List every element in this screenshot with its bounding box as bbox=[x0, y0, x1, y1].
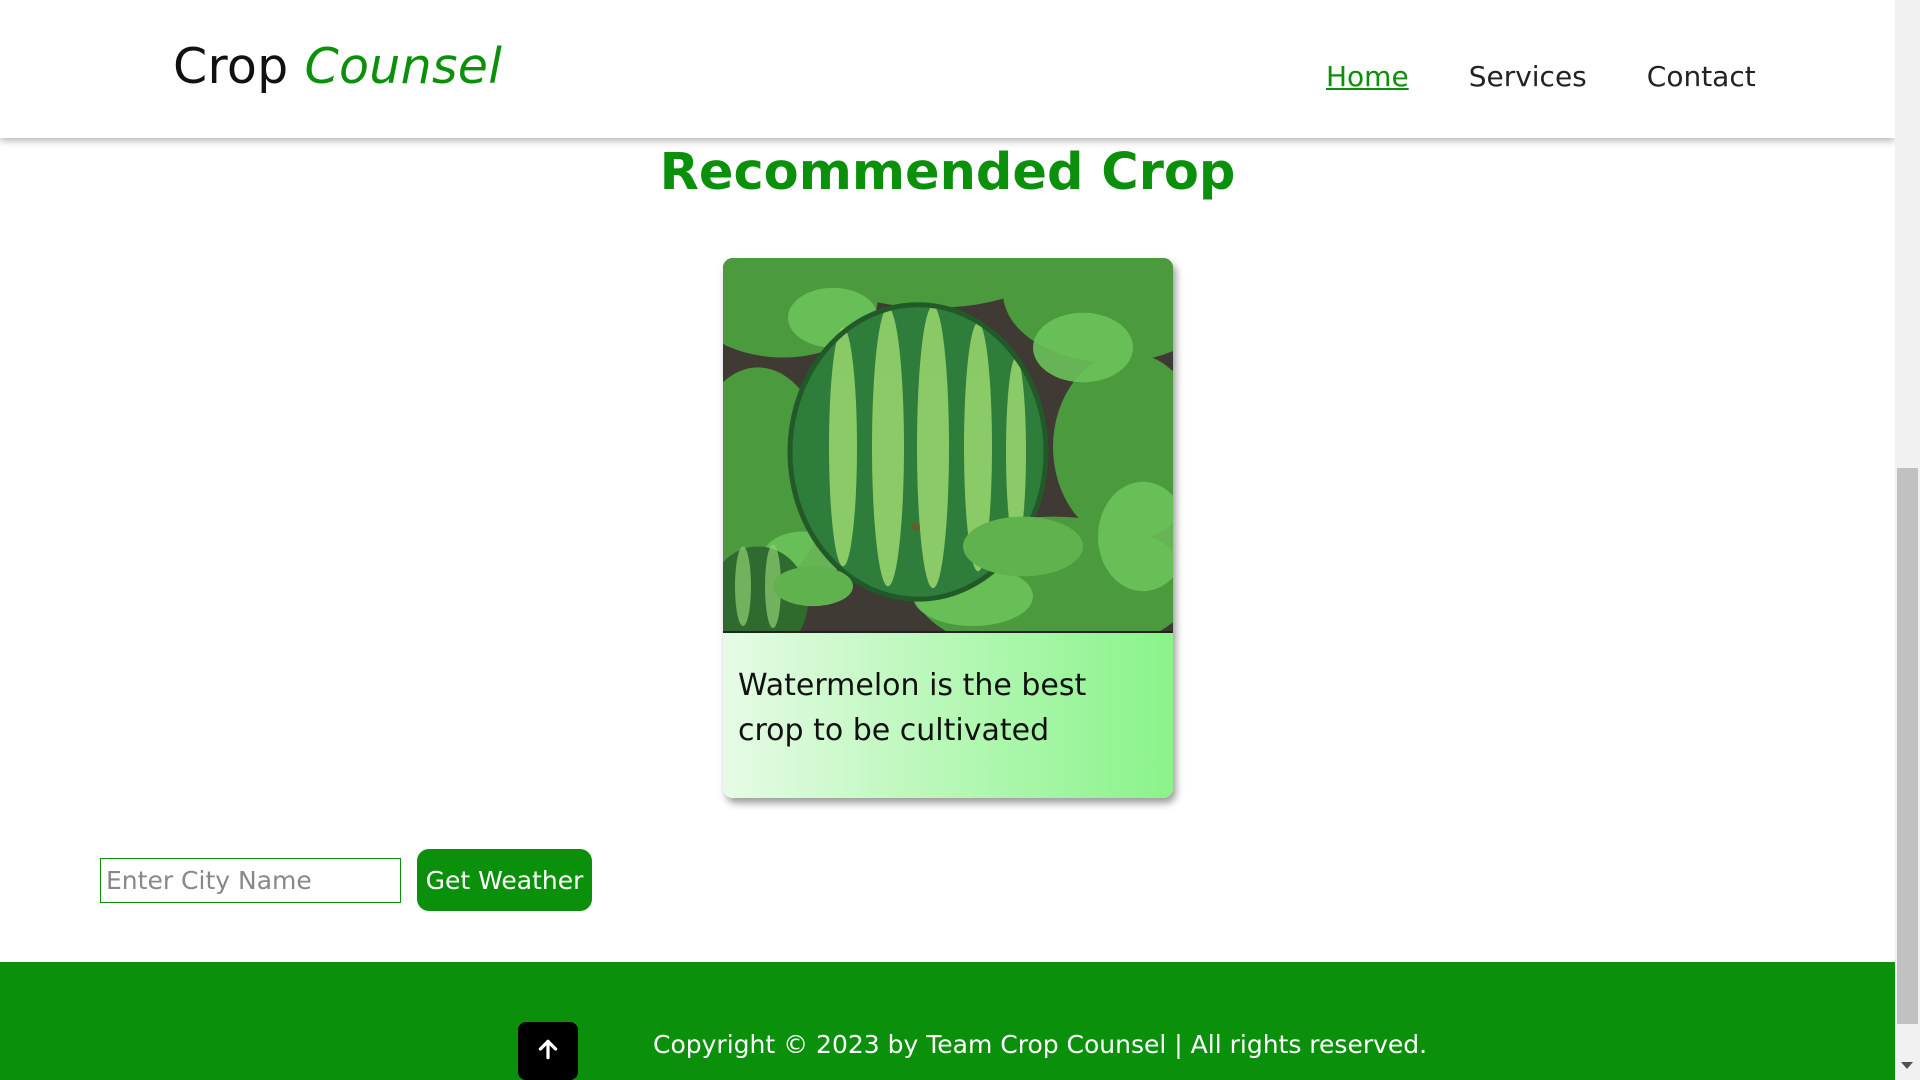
crop-image bbox=[723, 258, 1173, 633]
city-name-input[interactable] bbox=[100, 858, 401, 903]
recommendation-text: Watermelon is the best crop to be cultiv… bbox=[738, 668, 1087, 748]
nav-link-contact[interactable]: Contact bbox=[1647, 60, 1756, 93]
crop-card: Watermelon is the best crop to be cultiv… bbox=[723, 258, 1173, 798]
page-title: Recommended Crop bbox=[659, 143, 1236, 202]
scroll-down-arrow-icon[interactable] bbox=[1901, 1062, 1913, 1069]
nav-link-services[interactable]: Services bbox=[1469, 60, 1587, 93]
back-to-top-button[interactable] bbox=[518, 1022, 578, 1080]
brand-name-part2: Counsel bbox=[304, 38, 503, 95]
site-header: Crop Counsel Home Services Contact bbox=[0, 0, 1895, 138]
copyright-text: Copyright © 2023 by Team Crop Counsel | … bbox=[653, 1030, 1428, 1059]
brand-name-part1: Crop bbox=[173, 38, 289, 95]
arrow-up-icon bbox=[535, 1036, 561, 1066]
get-weather-button[interactable]: Get Weather bbox=[417, 849, 592, 911]
site-footer bbox=[0, 962, 1895, 1080]
page: Crop Counsel Home Services Contact Recom… bbox=[0, 0, 1895, 1080]
nav-link-home[interactable]: Home bbox=[1326, 60, 1409, 93]
scrollbar-thumb[interactable] bbox=[1897, 468, 1918, 1024]
main-nav: Home Services Contact bbox=[1326, 60, 1756, 93]
brand-logo[interactable]: Crop Counsel bbox=[173, 38, 502, 95]
vertical-scrollbar[interactable] bbox=[1895, 0, 1920, 1080]
